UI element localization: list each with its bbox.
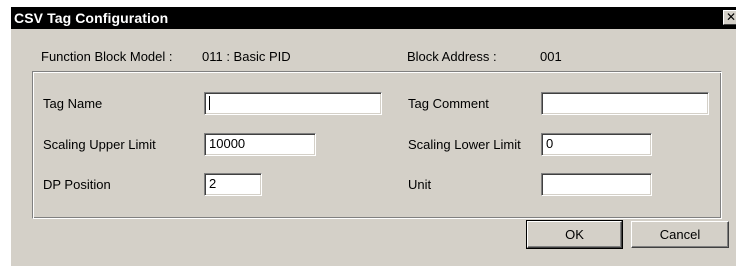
block-address-label: Block Address : [407,49,497,64]
unit-input[interactable] [541,173,652,196]
scaling-lower-limit-label: Scaling Lower Limit [408,137,521,152]
function-block-model-label: Function Block Model : [41,49,173,64]
scaling-upper-limit-label: Scaling Upper Limit [43,137,156,152]
unit-label: Unit [408,177,432,192]
ok-button[interactable]: OK [526,220,623,249]
title-bar[interactable]: CSV Tag Configuration ✕ [11,7,736,29]
tag-comment-input[interactable] [541,92,709,115]
text-caret [209,95,210,110]
function-block-model-value: 011 : Basic PID [202,49,291,64]
scaling-lower-limit-input[interactable]: 0 [541,133,652,156]
scaling-upper-limit-input[interactable]: 10000 [204,133,316,156]
block-address-value: 001 [540,49,562,64]
close-icon: ✕ [725,10,736,24]
window-title: CSV Tag Configuration [14,10,169,26]
tag-name-label: Tag Name [43,96,103,111]
close-button[interactable]: ✕ [723,10,736,25]
csv-tag-configuration-dialog: CSV Tag Configuration ✕ Function Block M… [10,6,736,266]
tag-name-input[interactable] [204,92,382,115]
tag-comment-label: Tag Comment [408,96,489,111]
dp-position-label: DP Position [43,177,111,192]
cancel-button[interactable]: Cancel [631,221,729,248]
dp-position-input[interactable]: 2 [204,173,262,196]
